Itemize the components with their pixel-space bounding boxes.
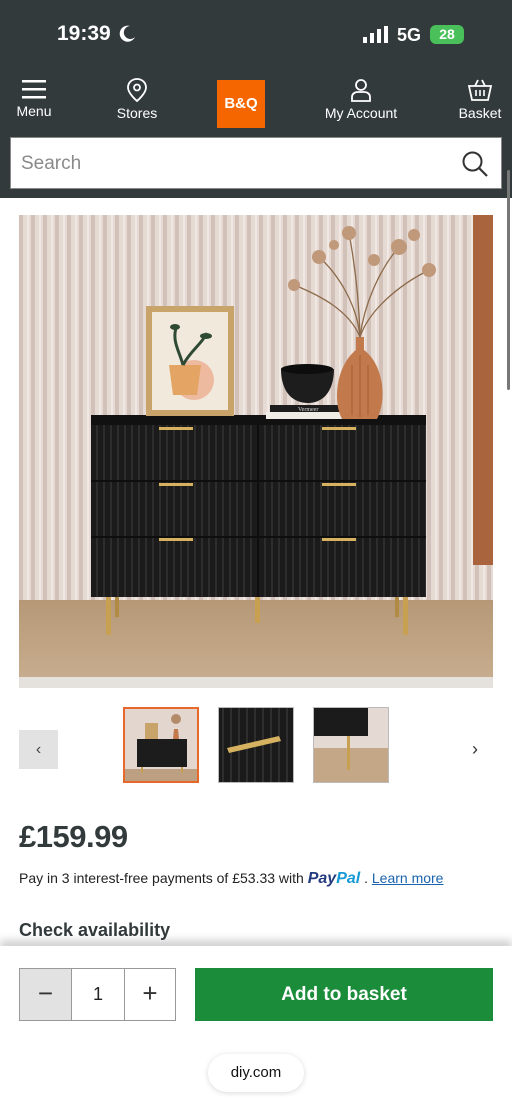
chevron-right-icon: ›	[472, 739, 478, 759]
search-bar	[0, 134, 512, 198]
basket-icon	[467, 79, 493, 101]
paypal-text: Pay in 3 interest-free payments of £53.3…	[19, 870, 304, 886]
quantity-field[interactable]: 1	[72, 969, 125, 1020]
stores-label: Stores	[116, 105, 158, 121]
product-price: £159.99	[19, 819, 128, 854]
check-availability-heading[interactable]: Check availability	[19, 920, 170, 941]
paypal-logo: PayPal	[307, 870, 361, 887]
page-scrollbar[interactable]	[507, 170, 510, 390]
menu-label: Menu	[16, 103, 52, 119]
search-icon[interactable]	[461, 150, 489, 178]
hamburger-icon	[22, 80, 46, 99]
bq-logo[interactable]: B&Q	[217, 80, 265, 128]
chevron-left-icon: ‹	[35, 741, 42, 758]
my-account-button[interactable]: My Account	[318, 78, 404, 121]
battery-icon: 28	[430, 25, 464, 44]
search-box	[10, 137, 502, 189]
network-label: 5G	[397, 25, 422, 45]
gallery-prev-button[interactable]: ‹	[19, 730, 58, 769]
quantity-stepper: − 1 +	[19, 968, 176, 1021]
basket-label: Basket	[458, 105, 502, 121]
my-account-label: My Account	[324, 105, 398, 121]
gallery-thumbnail-2[interactable]	[218, 707, 294, 783]
decrease-quantity-button[interactable]: −	[20, 969, 72, 1020]
add-to-basket-button[interactable]: Add to basket	[195, 968, 493, 1021]
status-bar: 19:39 5G 28	[0, 0, 512, 70]
location-pin-icon	[127, 78, 147, 102]
purchase-bar: − 1 + Add to basket diy.com	[0, 946, 512, 1109]
browser-url-pill[interactable]: diy.com	[208, 1054, 304, 1092]
product-main-image[interactable]: Vermeer	[19, 215, 493, 688]
learn-more-link[interactable]: Learn more	[372, 870, 444, 886]
increase-quantity-button[interactable]: +	[125, 969, 175, 1020]
user-icon	[351, 79, 371, 102]
search-input[interactable]	[21, 150, 441, 178]
book-spine-text: Vermeer	[298, 407, 318, 413]
basket-button[interactable]: Basket	[456, 78, 504, 121]
status-time: 19:39	[57, 22, 111, 45]
gallery-thumbnail-1[interactable]	[123, 707, 199, 783]
paypal-installments: Pay in 3 interest-free payments of £53.3…	[19, 870, 444, 887]
gallery-next-button[interactable]: ›	[463, 730, 487, 769]
gallery-thumbnail-3[interactable]	[313, 707, 389, 783]
signal-icon	[363, 26, 388, 43]
menu-button[interactable]: Menu	[14, 78, 54, 119]
stores-button[interactable]: Stores	[110, 78, 164, 121]
moon-icon	[119, 25, 135, 42]
site-header: Menu Stores B&Q My Account Basket	[0, 70, 512, 134]
